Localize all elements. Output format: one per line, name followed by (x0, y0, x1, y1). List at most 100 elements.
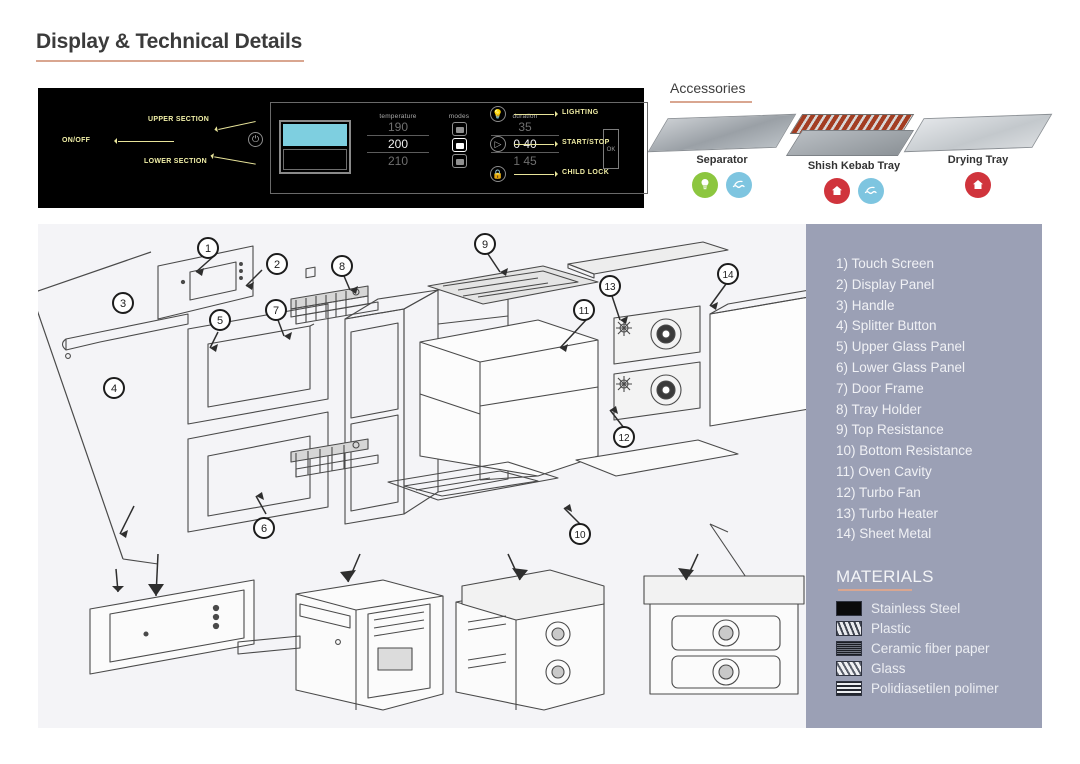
bottom-view-side-cutaway (238, 580, 443, 710)
divider (367, 152, 429, 153)
label-child-lock: CHILD LOCK (562, 169, 609, 176)
swatch-glass (836, 661, 862, 676)
swatch-polidiasetilen-polimer (836, 681, 862, 696)
materials-title: MATERIALS (836, 567, 1042, 587)
turbo-fan-lower (616, 376, 632, 392)
temperature-value-prev[interactable]: 190 (367, 120, 429, 134)
temperature-value-next[interactable]: 210 (367, 154, 429, 168)
part-tray-holder-upper (291, 286, 378, 324)
legend-item-13: 13) Turbo Heater (836, 504, 1042, 525)
materials-underline (838, 589, 912, 591)
divider (491, 152, 559, 153)
temperature-value-selected[interactable]: 200 (367, 137, 429, 151)
callout-12: 12 (614, 427, 634, 447)
swatch-plastic (836, 621, 862, 636)
part-turbo-fan (614, 362, 700, 420)
divider (367, 135, 429, 136)
svg-text:12: 12 (618, 433, 630, 444)
mode-upper-icon[interactable] (452, 122, 467, 136)
oven-safe-badge-icon (965, 172, 991, 198)
part-handle (63, 314, 189, 358)
lock-icon[interactable]: 🔒 (490, 166, 506, 182)
material-name: Glass (871, 661, 906, 676)
materials-list: Stainless Steel Plastic Ceramic fiber pa… (836, 601, 1042, 696)
callout-8: 8 (332, 256, 352, 276)
accessory-shish-kebab-tray: Shish Kebab Tray (784, 112, 924, 204)
duration-value-prev[interactable]: 35 (491, 120, 559, 134)
material-name: Polidiasetilen polimer (871, 681, 999, 696)
part-turbo-heater (614, 306, 700, 364)
separator-image (648, 114, 797, 152)
mode-both-icon[interactable] (452, 138, 467, 152)
legend-item-3: 3) Handle (836, 296, 1042, 317)
swatch-stainless-steel (836, 601, 862, 616)
arrow-upper-section (218, 121, 255, 130)
callout-9: 9 (475, 234, 495, 254)
bottom-view-interior-left (456, 570, 604, 710)
legend-item-8: 8) Tray Holder (836, 400, 1042, 421)
accessory-badges (908, 172, 1048, 198)
material-name: Stainless Steel (871, 601, 960, 616)
dishwasher-safe-badge-icon (726, 172, 752, 198)
callout-2: 2 (267, 254, 287, 274)
control-panel-left-labels: UPPER SECTION ON/OFF LOWER SECTION (46, 88, 236, 208)
material-row-ceramic-fiber-paper: Ceramic fiber paper (836, 641, 1042, 656)
accessory-name: Shish Kebab Tray (784, 160, 924, 172)
svg-text:6: 6 (261, 523, 267, 535)
screen-lower-section[interactable] (283, 149, 347, 170)
ok-button[interactable]: OK (603, 129, 619, 169)
material-row-stainless-steel: Stainless Steel (836, 601, 1042, 616)
accessory-drying-tray: Drying Tray (908, 112, 1048, 198)
svg-text:3: 3 (120, 298, 126, 310)
svg-text:1: 1 (205, 243, 211, 255)
accessory-name: Separator (652, 154, 792, 166)
arrow-on-off (118, 141, 174, 142)
callout-6: 6 (254, 518, 274, 538)
eco-badge-icon (692, 172, 718, 198)
start-stop-icon[interactable]: ▷ (490, 136, 506, 152)
part-tray-holder-lower (291, 439, 378, 477)
dishwasher-safe-badge-icon (858, 178, 884, 204)
accessories-title: Accessories (670, 80, 745, 96)
legend-item-14: 14) Sheet Metal (836, 524, 1042, 545)
temperature-header: temperature (367, 113, 429, 120)
callout-4: 4 (104, 378, 124, 398)
arrow-lower-section (214, 156, 256, 164)
accessory-name: Drying Tray (908, 154, 1048, 166)
legend-item-11: 11) Oven Cavity (836, 462, 1042, 483)
title-underline (36, 60, 304, 62)
temperature-column[interactable]: temperature 190 200 210 (367, 113, 429, 168)
oven-safe-badge-icon (824, 178, 850, 204)
mode-lower-icon[interactable] (452, 154, 467, 168)
label-on-off: ON/OFF (62, 137, 90, 144)
svg-text:14: 14 (722, 270, 734, 281)
label-lighting: LIGHTING (562, 109, 599, 116)
power-icon[interactable]: ⏻ (248, 132, 263, 147)
arrow-lighting (514, 114, 554, 115)
control-panel: UPPER SECTION ON/OFF LOWER SECTION ⏻ tem… (38, 88, 644, 208)
part-lower-glass-panel (188, 412, 328, 532)
legend-sidebar: 1) Touch Screen 2) Display Panel 3) Hand… (806, 224, 1042, 728)
svg-text:4: 4 (111, 383, 117, 395)
material-row-polidiasetilen-polimer: Polidiasetilen polimer (836, 681, 1042, 696)
legend-item-2: 2) Display Panel (836, 275, 1042, 296)
lightbulb-icon[interactable]: 💡 (490, 106, 506, 122)
accessory-separator: Separator (652, 112, 792, 198)
part-top-sheet (568, 242, 728, 278)
material-row-glass: Glass (836, 661, 1042, 676)
legend-item-5: 5) Upper Glass Panel (836, 337, 1042, 358)
legend-item-10: 10) Bottom Resistance (836, 441, 1042, 462)
arrow-child-lock (514, 174, 554, 175)
callout-14: 14 (718, 264, 738, 284)
modes-column[interactable]: modes (435, 113, 483, 170)
shish-kebab-tray-image (788, 112, 920, 156)
screen-upper-section[interactable] (283, 124, 347, 146)
part-top-resistance (428, 266, 598, 304)
svg-text:7: 7 (273, 305, 279, 317)
modes-header: modes (435, 113, 483, 120)
callout-5: 5 (210, 310, 230, 330)
material-row-plastic: Plastic (836, 621, 1042, 636)
display-screen[interactable] (279, 120, 351, 174)
legend-item-12: 12) Turbo Fan (836, 483, 1042, 504)
part-oven-cavity (420, 320, 598, 480)
